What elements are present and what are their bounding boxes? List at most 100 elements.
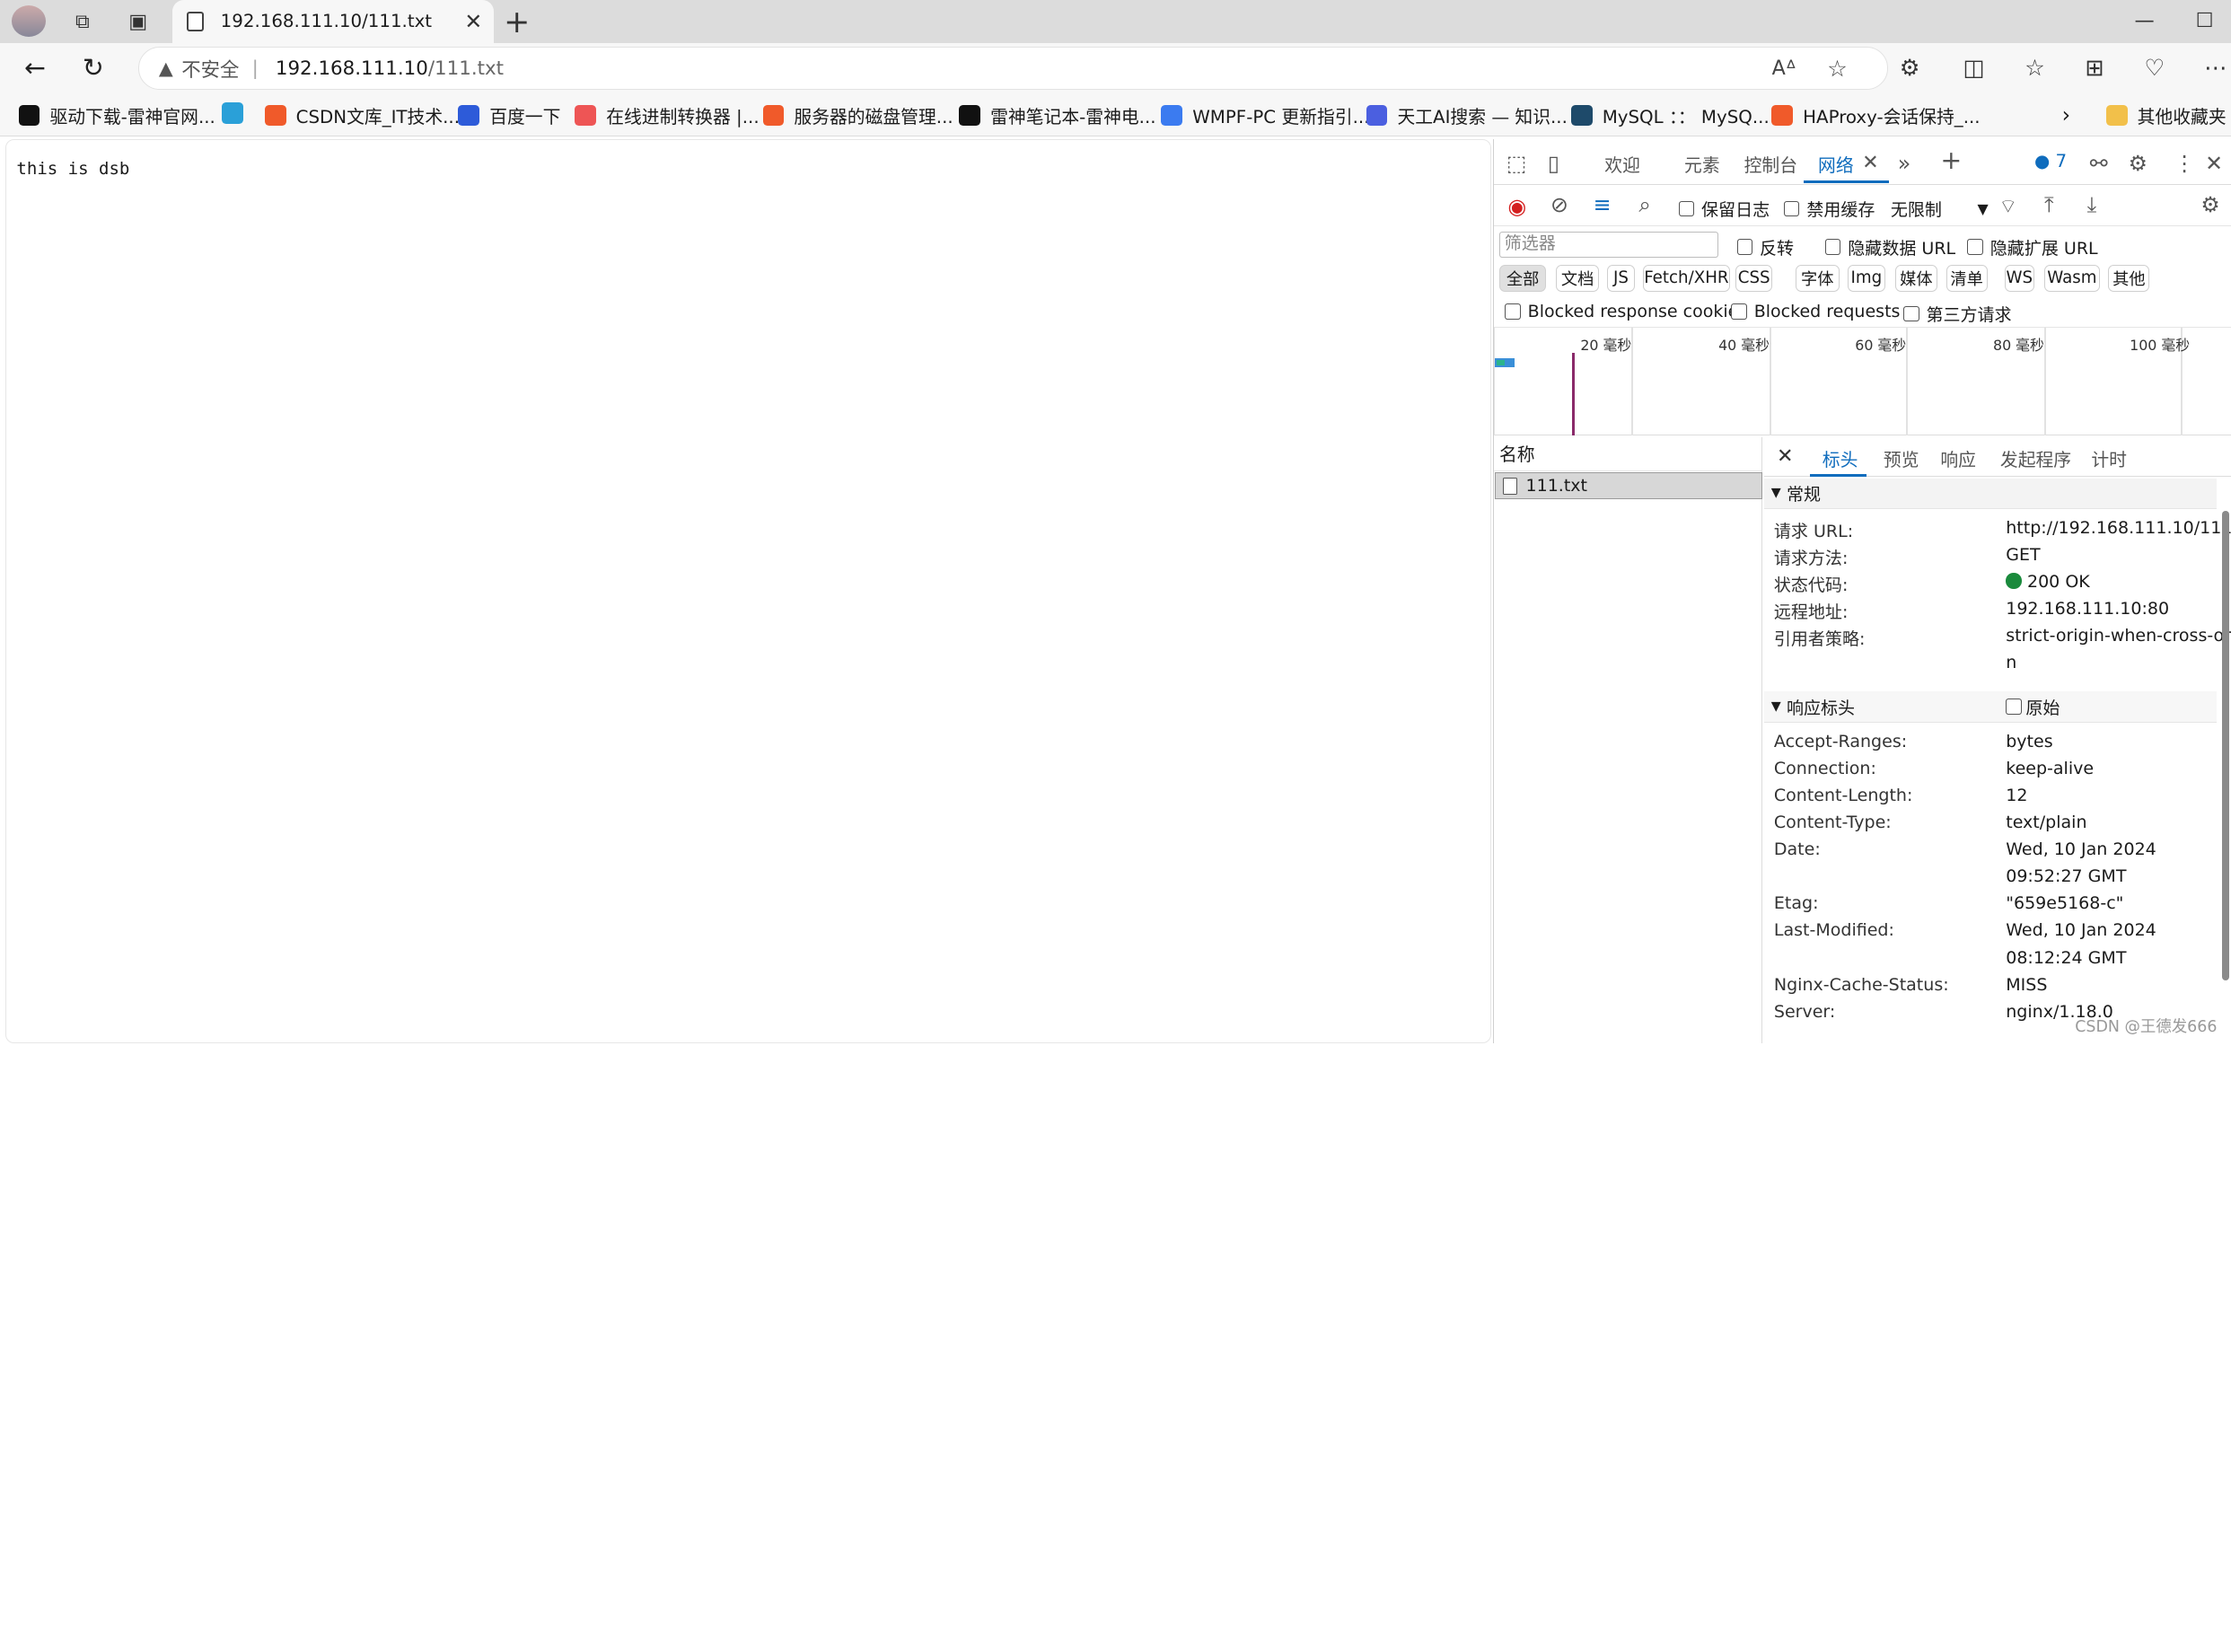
customize-icon[interactable]: ⋮ xyxy=(2174,151,2195,176)
bookmark-item[interactable]: HAProxy-会话保持_... xyxy=(1771,102,1981,128)
network-conditions-icon[interactable]: ⌔ xyxy=(1998,194,2017,219)
type-filter-chip[interactable]: 全部 xyxy=(1498,264,1547,292)
record-icon[interactable]: ◉ xyxy=(1508,194,1527,219)
other-bookmarks[interactable]: 其他收藏夹 xyxy=(2105,102,2227,128)
type-filter-chip[interactable]: 清单 xyxy=(1946,264,1988,292)
connect-icon[interactable]: ⚯ xyxy=(2090,151,2108,176)
close-devtools-icon[interactable]: ✕ xyxy=(2205,151,2223,176)
hide-extension-urls-checkbox[interactable]: 隐藏扩展 URL xyxy=(1967,235,2098,259)
bookmarks-overflow-icon[interactable]: › xyxy=(2062,102,2071,127)
collections-icon[interactable]: ⊞ xyxy=(2079,54,2111,81)
general-section-header[interactable]: ▼ 常规 xyxy=(1763,478,2217,510)
csdn-icon xyxy=(264,104,286,127)
timeline-overview[interactable]: 20 毫秒 40 毫秒 60 毫秒 80 毫秒 100 毫秒 xyxy=(1493,327,2231,435)
close-tab-icon[interactable]: ✕ xyxy=(464,9,482,34)
type-filter-chip[interactable]: CSS xyxy=(1735,264,1773,292)
tab-preview[interactable]: 预览 xyxy=(1884,445,1919,471)
folder-icon xyxy=(2105,104,2128,127)
bookmark-item[interactable]: MySQL ：： MySQ... xyxy=(1570,102,1770,128)
type-filter-chip[interactable]: Wasm xyxy=(2044,264,2100,292)
requests-list: 名称 111.txt xyxy=(1493,436,1763,1043)
network-settings-icon[interactable]: ⚙ xyxy=(2200,192,2219,217)
address-bar[interactable]: ▲ 不安全 | 192.168.111.10/111.txt Aᐞ ☆ xyxy=(137,47,1889,90)
favorites-icon[interactable]: ☆ xyxy=(2019,54,2051,81)
bookmark-item[interactable] xyxy=(222,102,253,124)
filter-input[interactable]: 筛选器 xyxy=(1498,232,1719,258)
bookmark-item[interactable]: 百度一下 xyxy=(458,102,560,128)
timeline-tick-label: 100 毫秒 xyxy=(2130,337,2191,355)
request-row[interactable]: 111.txt xyxy=(1495,472,1763,500)
type-filter-chip[interactable]: 其他 xyxy=(2108,264,2150,292)
add-tab-icon[interactable]: + xyxy=(1940,145,1962,175)
refresh-icon[interactable]: ↻ xyxy=(83,53,104,83)
type-filter-chip[interactable]: 字体 xyxy=(1795,264,1840,292)
bookmark-item[interactable]: 天工AI搜索 — 知识... xyxy=(1366,102,1568,128)
profile-avatar[interactable] xyxy=(11,5,46,38)
split-screen-icon[interactable]: ◫ xyxy=(1958,54,1989,81)
bookmark-item[interactable]: 驱动下载-雷神官网... xyxy=(18,102,215,128)
bookmark-item[interactable]: 雷神笔记本-雷神电... xyxy=(959,102,1156,128)
type-filter-chip[interactable]: 文档 xyxy=(1556,264,1599,292)
collections-icon[interactable]: ⧉ xyxy=(68,7,97,36)
extensions-icon[interactable]: ⚙ xyxy=(1894,54,1926,81)
blocked-cookies-checkbox[interactable]: Blocked response cookies xyxy=(1505,302,1747,321)
tab-response[interactable]: 响应 xyxy=(1940,445,1976,471)
export-icon[interactable]: ⤓ xyxy=(2087,192,2097,217)
back-icon[interactable]: ← xyxy=(24,53,46,83)
tab-elements[interactable]: 元素 xyxy=(1684,151,1720,177)
third-party-checkbox[interactable]: 第三方请求 xyxy=(1903,302,2012,326)
header-value: GET xyxy=(2006,545,2041,566)
favorite-star-icon[interactable]: ☆ xyxy=(1827,55,1848,82)
hide-data-urls-checkbox[interactable]: 隐藏数据 URL xyxy=(1824,235,1955,259)
vertical-tabs-icon[interactable]: ▣ xyxy=(124,7,153,36)
header-key: Content-Type: xyxy=(1773,813,1892,833)
response-headers-section-header[interactable]: ▼ 响应标头 原始 xyxy=(1763,691,2217,724)
tab-console[interactable]: 控制台 xyxy=(1744,151,1797,177)
raw-checkbox[interactable]: 原始 xyxy=(2006,695,2060,719)
close-details-icon[interactable]: ✕ xyxy=(1777,444,1794,468)
name-column-header[interactable]: 名称 xyxy=(1493,437,1763,471)
devtools-tabbar: ⬚ ▯ 欢迎 元素 控制台 网络 ✕ » + ● 7 ⚯ ⚙ ⋮ ✕ xyxy=(1493,139,2231,186)
details-scrollbar[interactable] xyxy=(2222,477,2231,1043)
type-filter-chip[interactable]: 媒体 xyxy=(1894,264,1938,292)
filter-icon[interactable]: ≡ xyxy=(1594,192,1612,217)
doc-icon xyxy=(1161,104,1183,127)
disable-cache-checkbox[interactable]: 禁用缓存 xyxy=(1783,197,1875,221)
browser-essentials-icon[interactable]: ♡ xyxy=(2139,54,2170,81)
type-filter-chip[interactable]: Fetch/XHR xyxy=(1643,264,1730,292)
import-icon[interactable]: ⤒ xyxy=(2044,192,2054,217)
issues-badge[interactable]: ● 7 xyxy=(2034,151,2067,171)
throttle-select[interactable]: 无限制 ▼ xyxy=(1891,197,1989,221)
minimize-button[interactable]: — xyxy=(2135,9,2155,32)
close-tab-icon[interactable]: ✕ xyxy=(1862,151,1879,174)
tab-headers[interactable]: 标头 xyxy=(1823,445,1858,471)
search-icon[interactable]: ⌕ xyxy=(1638,192,1650,217)
tab-active[interactable]: 192.168.111.10/111.txt ✕ xyxy=(171,0,494,43)
more-menu-icon[interactable]: ⋯ xyxy=(2200,54,2231,81)
clear-icon[interactable]: ⊘ xyxy=(1550,192,1568,217)
bookmark-item[interactable]: 服务器的磁盘管理... xyxy=(762,102,953,128)
more-tabs-icon[interactable]: » xyxy=(1898,151,1911,176)
type-filter-chip[interactable]: JS xyxy=(1607,264,1635,292)
tab-network[interactable]: 网络 xyxy=(1818,151,1854,177)
settings-icon[interactable]: ⚙ xyxy=(2129,151,2148,176)
type-filter-chip[interactable]: WS xyxy=(2004,264,2034,292)
tab-timing[interactable]: 计时 xyxy=(2091,445,2127,471)
preserve-log-checkbox[interactable]: 保留日志 xyxy=(1678,197,1770,221)
blocked-requests-checkbox[interactable]: Blocked requests xyxy=(1731,302,1900,321)
bookmark-item[interactable]: WMPF-PC 更新指引... xyxy=(1161,102,1369,128)
maximize-button[interactable]: ☐ xyxy=(2196,9,2214,32)
read-aloud-icon[interactable]: Aᐞ xyxy=(1772,57,1796,80)
invert-checkbox[interactable]: 反转 xyxy=(1736,235,1794,259)
bookmark-item[interactable]: 在线进制转换器 |... xyxy=(575,102,760,128)
type-filter-chip[interactable]: Img xyxy=(1848,264,1885,292)
inspect-icon[interactable]: ⬚ xyxy=(1506,151,1526,176)
tab-initiator[interactable]: 发起程序 xyxy=(2000,445,2071,471)
device-emulation-icon[interactable]: ▯ xyxy=(1548,151,1559,176)
tab-welcome[interactable]: 欢迎 xyxy=(1604,151,1640,177)
security-label[interactable]: 不安全 xyxy=(181,55,239,83)
new-tab-button[interactable]: + xyxy=(504,4,530,40)
status-dot-icon xyxy=(2006,573,2022,589)
bookmark-item[interactable]: CSDN文库_IT技术... xyxy=(264,102,460,128)
header-value: http://192.168.111.10/111.txt xyxy=(2006,517,2231,538)
